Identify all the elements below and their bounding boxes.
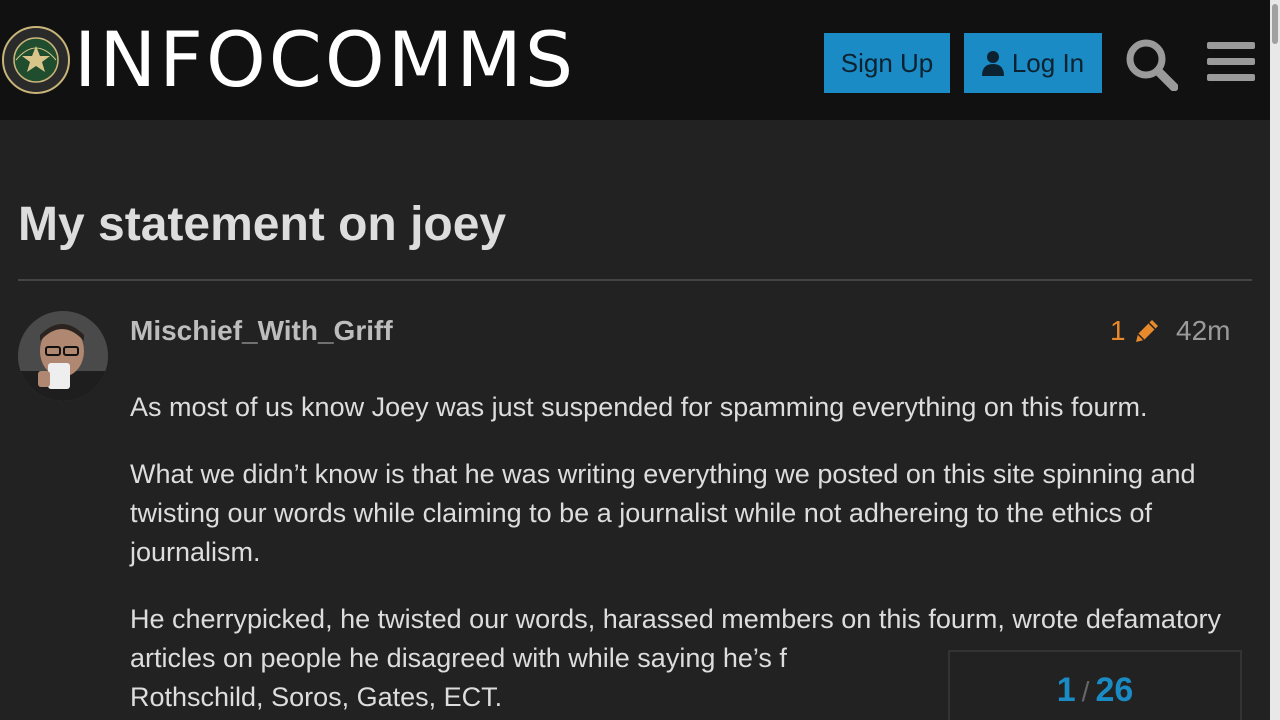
- post-username[interactable]: Mischief_With_Griff: [130, 314, 393, 348]
- log-in-label: Log In: [1011, 48, 1085, 78]
- avatar[interactable]: [18, 311, 108, 401]
- topic-title[interactable]: My statement on joey: [18, 196, 506, 254]
- topic-progress-timeline[interactable]: 1/26: [948, 650, 1242, 720]
- post-paragraph-line: Rothschild, Soros, Gates, ECT.: [130, 682, 503, 712]
- search-icon[interactable]: [1124, 37, 1178, 91]
- infowars-army-seal-logo[interactable]: [2, 26, 70, 94]
- current-post-number: 1: [1056, 671, 1076, 709]
- scrollbar-thumb[interactable]: [1272, 4, 1278, 44]
- user-icon: [981, 51, 1004, 76]
- title-divider: [18, 279, 1252, 281]
- page-scrollbar[interactable]: [1270, 0, 1280, 720]
- pencil-icon: [1135, 320, 1158, 342]
- post-edit-history[interactable]: 1: [1110, 314, 1162, 348]
- edit-count: 1: [1110, 315, 1126, 346]
- post-paragraph: As most of us know Joey was just suspend…: [130, 392, 1148, 422]
- sign-up-button[interactable]: Sign Up: [824, 33, 950, 93]
- site-brand[interactable]: INFOCOMMS: [74, 20, 576, 100]
- log-in-button[interactable]: Log In: [964, 33, 1102, 93]
- user-avatar-image: [18, 311, 108, 401]
- topic-progress-counter: 1/26: [1057, 670, 1134, 712]
- total-posts-count: 26: [1095, 671, 1134, 709]
- hamburger-menu-icon[interactable]: [1207, 40, 1255, 84]
- progress-separator: /: [1081, 676, 1090, 707]
- site-header: INFOCOMMS Sign Up Log In: [0, 0, 1270, 120]
- post-paragraph: What we didn’t know is that he was writi…: [130, 459, 1196, 567]
- post-timestamp[interactable]: 42m: [1176, 314, 1230, 348]
